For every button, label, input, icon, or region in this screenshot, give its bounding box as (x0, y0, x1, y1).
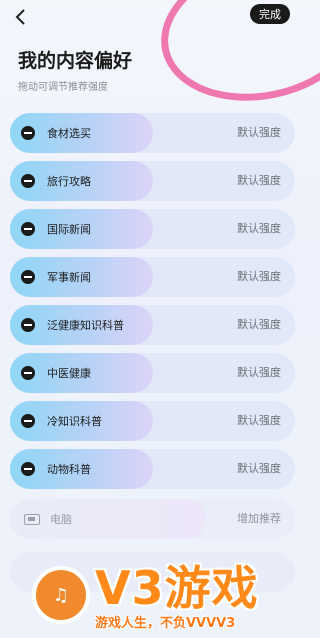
add-recommendation-link[interactable]: 增加推荐 (237, 499, 281, 539)
topic-strength: 默认强度 (237, 174, 281, 187)
topic-label: 泛健康知识科普 (47, 319, 124, 332)
topic-label: 中医健康 (47, 367, 91, 380)
topic-label: 食材选买 (47, 127, 91, 140)
topic-strength: 默认强度 (237, 270, 281, 283)
topic-row[interactable]: 旅行攻略 默认强度 (10, 161, 295, 201)
topic-strength: 默认强度 (237, 462, 281, 475)
minus-circle-icon[interactable] (21, 222, 35, 236)
topic-row[interactable]: 动物科普 默认强度 (10, 449, 295, 489)
topic-strength: 默认强度 (237, 222, 281, 235)
topic-pill[interactable]: 中医健康 (10, 353, 153, 393)
decorative-swoosh (147, 0, 320, 119)
watermark-slogan: 游戏人生，不负VVVV3 (95, 616, 236, 631)
topic-row[interactable]: 泛健康知识科普 默认强度 (10, 305, 295, 345)
minus-circle-icon[interactable] (21, 462, 35, 476)
computer-icon (24, 513, 40, 525)
music-note-icon: ♫ (52, 584, 70, 606)
chevron-left-icon (15, 9, 25, 25)
minus-circle-icon[interactable] (21, 174, 35, 188)
topic-pill[interactable]: 旅行攻略 (10, 161, 153, 201)
topic-strength: 默认强度 (237, 318, 281, 331)
disabled-topic-row[interactable]: 电脑 增加推荐 (10, 499, 295, 539)
topic-label: 军事新闻 (47, 271, 91, 284)
topic-row[interactable]: 冷知识科普 默认强度 (10, 401, 295, 441)
watermark-logo: ♫ (32, 566, 90, 624)
minus-circle-icon[interactable] (21, 270, 35, 284)
minus-circle-icon[interactable] (21, 318, 35, 332)
topic-strength: 默认强度 (237, 414, 281, 427)
topic-pill[interactable]: 食材选买 (10, 113, 153, 153)
page-subtitle: 拖动可调节推荐强度 (18, 82, 108, 93)
topic-label: 国际新闻 (47, 223, 91, 236)
topic-pill[interactable]: 军事新闻 (10, 257, 153, 297)
disabled-topic-label: 电脑 (50, 513, 72, 526)
topic-strength: 默认强度 (237, 366, 281, 379)
watermark-brand: V3游戏 (95, 561, 259, 615)
topic-strength: 默认强度 (237, 126, 281, 139)
topic-row[interactable]: 食材选买 默认强度 (10, 113, 295, 153)
back-button[interactable] (10, 6, 32, 28)
topic-pill[interactable]: 泛健康知识科普 (10, 305, 153, 345)
topic-pill[interactable]: 国际新闻 (10, 209, 153, 249)
topic-row[interactable]: 军事新闻 默认强度 (10, 257, 295, 297)
minus-circle-icon[interactable] (21, 126, 35, 140)
topic-label: 旅行攻略 (47, 175, 91, 188)
topic-label: 动物科普 (47, 463, 91, 476)
watermark: ♫ V3游戏 游戏人生，不负VVVV3 (0, 546, 300, 638)
disabled-topic-pill[interactable]: 电脑 (10, 499, 206, 539)
done-button[interactable]: 完成 (250, 4, 290, 24)
minus-circle-icon[interactable] (21, 366, 35, 380)
minus-circle-icon[interactable] (21, 414, 35, 428)
topic-row[interactable]: 中医健康 默认强度 (10, 353, 295, 393)
topic-row[interactable]: 国际新闻 默认强度 (10, 209, 295, 249)
topic-label: 冷知识科普 (47, 415, 102, 428)
topic-pill[interactable]: 动物科普 (10, 449, 153, 489)
page-title: 我的内容偏好 (18, 50, 133, 72)
topic-pill[interactable]: 冷知识科普 (10, 401, 153, 441)
